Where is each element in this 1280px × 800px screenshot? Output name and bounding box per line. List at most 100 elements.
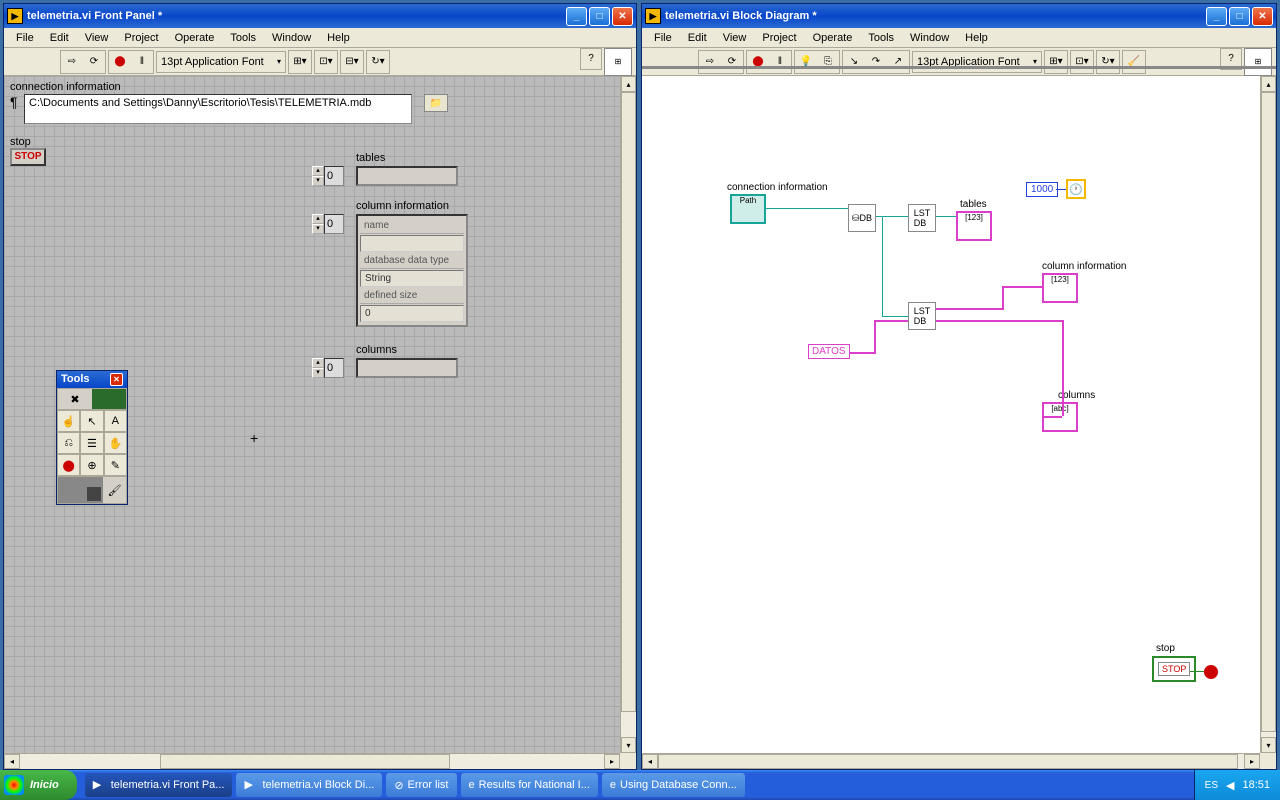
maximize-button[interactable]: □ [589,7,610,26]
scroll-right[interactable]: ▸ [604,754,620,769]
run-button[interactable]: ⇨ [699,51,721,73]
menu-operate[interactable]: Operate [167,30,223,46]
tray-icon[interactable]: ◀ [1226,779,1234,792]
menu-window[interactable]: Window [264,30,319,46]
auto-tool-icon[interactable]: ✖ [58,389,92,409]
font-selector[interactable]: 13pt Application Font [912,51,1042,73]
block-titlebar[interactable]: ▶ telemetria.vi Block Diagram * _ □ ✕ [642,4,1276,28]
front-panel-canvas[interactable]: connection information C:\Documents and … [4,76,620,753]
col-info-cluster[interactable]: name database data type String defined s… [356,214,468,327]
loop-stop-condition[interactable] [1204,665,1218,679]
align-button[interactable]: ⊞▾ [289,51,311,73]
front-hscroll[interactable]: ◂ ▸ [4,753,620,769]
scroll-right[interactable]: ▸ [1244,754,1260,769]
down-arrow[interactable]: ▾ [312,224,324,234]
highlight-button[interactable]: 💡 [795,51,817,73]
close-button[interactable]: ✕ [1252,7,1273,26]
breakpoint-tool[interactable]: ⬤ [57,454,80,476]
run-cont-button[interactable]: ⟳ [83,51,105,73]
front-titlebar[interactable]: ▶ telemetria.vi Front Panel * _ □ ✕ [4,4,636,28]
menu-window[interactable]: Window [902,30,957,46]
step-out-button[interactable]: ↗ [887,51,909,73]
color-tool-brush[interactable]: 🖌 [103,477,126,503]
menu-file[interactable]: File [646,30,680,46]
front-vscroll[interactable]: ▴ ▾ [620,76,636,753]
hscroll-thumb[interactable] [658,754,1238,769]
probe-tool[interactable]: ⊕ [80,454,103,476]
taskbar-item-frontpanel[interactable]: ▶telemetria.vi Front Pa... [85,773,233,797]
tables-index[interactable]: ▴▾ [312,166,344,186]
stop-terminal[interactable]: STOP [1152,656,1196,682]
browse-button[interactable]: 📁 [424,94,448,112]
scroll-left[interactable]: ◂ [642,754,658,769]
menu-view[interactable]: View [715,30,755,46]
cleanup-button[interactable]: ↻▾ [1097,51,1119,73]
text-tool[interactable]: A [104,410,127,432]
abort-button[interactable]: ⬤ [109,51,131,73]
stop-button[interactable]: STOP [10,148,46,166]
scroll-up[interactable]: ▴ [621,76,636,92]
conn-info-terminal[interactable]: Path [730,194,766,224]
system-tray[interactable]: ES ◀ 18:51 [1194,770,1280,800]
align-button[interactable]: ⊞▾ [1045,51,1067,73]
minimize-button[interactable]: _ [566,7,587,26]
run-button[interactable]: ⇨ [61,51,83,73]
db-open-node[interactable]: ⛁DB [848,204,876,232]
wait-constant[interactable]: 1000 [1026,182,1058,197]
menu-tools[interactable]: Tools [860,30,902,46]
distribute-button[interactable]: ⊡▾ [315,51,337,73]
down-arrow[interactable]: ▾ [312,176,324,186]
vi-icon-thumb[interactable]: ⊞ [1244,48,1272,76]
vi-icon-thumb[interactable]: ⊞ [604,48,632,76]
reorder-button[interactable]: 🧹 [1123,51,1145,73]
menu-tools[interactable]: Tools [222,30,264,46]
menu-help[interactable]: Help [319,30,358,46]
block-vscroll[interactable]: ▴ ▾ [1260,76,1276,753]
columns-value[interactable] [356,358,458,378]
block-diagram-canvas[interactable]: connection information Path ⛁DB LSTDB ta… [642,76,1260,753]
tools-titlebar[interactable]: Tools✕ [57,371,127,388]
tables-index-value[interactable] [324,166,344,186]
tools-close-button[interactable]: ✕ [110,373,123,386]
pause-button[interactable]: ‖ [769,51,791,73]
retain-button[interactable]: ⎘ [817,51,839,73]
clock[interactable]: 18:51 [1242,779,1270,791]
conn-path-input[interactable]: C:\Documents and Settings\Danny\Escritor… [24,94,412,124]
wiring-tool[interactable]: ⎌ [57,432,80,454]
operate-tool[interactable]: ☝ [57,410,80,432]
auto-tool-led[interactable] [92,389,126,409]
col-index-value[interactable] [324,214,344,234]
down-arrow[interactable]: ▾ [312,368,324,378]
run-cont-button[interactable]: ⟳ [721,51,743,73]
step-into-button[interactable]: ↘ [843,51,865,73]
menu-view[interactable]: View [77,30,117,46]
db-list-tables-node[interactable]: LSTDB [908,204,936,232]
taskbar-item-database[interactable]: eUsing Database Conn... [602,773,745,797]
abort-button[interactable]: ⬤ [747,51,769,73]
menu-project[interactable]: Project [116,30,166,46]
taskbar-item-blockdiagram[interactable]: ▶telemetria.vi Block Di... [236,773,382,797]
col-info-terminal[interactable]: [123] [1042,273,1078,303]
scroll-down[interactable]: ▾ [621,737,636,753]
menu-file[interactable]: File [8,30,42,46]
wait-node[interactable]: 🕐 [1066,179,1086,199]
taskbar-item-errorlist[interactable]: ⊘Error list [386,773,456,797]
columns-index-value[interactable] [324,358,344,378]
language-indicator[interactable]: ES [1205,780,1218,791]
menu-operate[interactable]: Operate [805,30,861,46]
up-arrow[interactable]: ▴ [312,214,324,224]
pause-button[interactable]: ‖ [131,51,153,73]
distribute-button[interactable]: ⊡▾ [1071,51,1093,73]
step-over-button[interactable]: ↷ [865,51,887,73]
scroll-up[interactable]: ▴ [1261,76,1276,92]
vscroll-thumb[interactable] [1261,92,1276,732]
color-tool-bg[interactable] [58,477,103,503]
up-arrow[interactable]: ▴ [312,166,324,176]
block-hscroll[interactable]: ◂ ▸ [642,753,1260,769]
taskbar-item-results[interactable]: eResults for National I... [461,773,598,797]
maximize-button[interactable]: □ [1229,7,1250,26]
scroll-down[interactable]: ▾ [1261,737,1276,753]
scroll-tool[interactable]: ✋ [104,432,127,454]
menu-edit[interactable]: Edit [680,30,715,46]
hscroll-thumb[interactable] [160,754,450,769]
